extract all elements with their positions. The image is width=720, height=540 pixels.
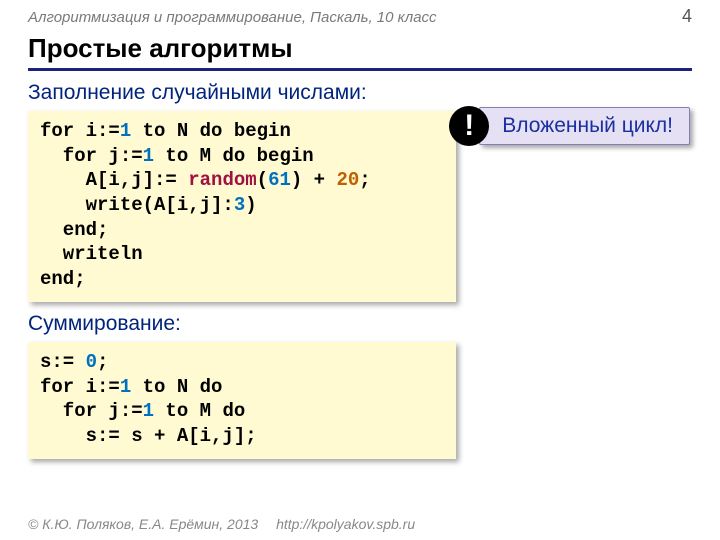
c1-l4n: 3 [234,194,245,216]
c2-l1n: 0 [86,351,97,373]
c1-l5: end; [40,219,108,241]
code-block-sum: s:= 0; for i:=1 to N do for j:=1 to M do… [28,342,456,459]
c2-l3b: to M do [154,400,245,422]
c1-l1b: to N do begin [131,120,291,142]
c1-l3p2: ) + [291,169,337,191]
slide: Алгоритмизация и программирование, Паска… [0,0,720,540]
c1-l4: write(A[i,j]: [40,194,234,216]
c2-l2b: to N do [131,376,222,398]
footer-url: http://kpolyakov.spb.ru [276,516,415,532]
code-block-fill: for i:=1 to N do begin for j:=1 to M do … [28,111,456,302]
c1-l3c: 20 [336,169,359,191]
c2-l3a: for j:= [40,400,143,422]
exclamation-icon: ! [449,106,489,146]
c2-l4: s:= s + A[i,j]; [40,425,257,447]
c1-l3arg: 61 [268,169,291,191]
c1-l1a: for i:= [40,120,120,142]
c2-l2a: for i:= [40,376,120,398]
c1-l2a: for j:= [40,145,143,167]
copyright: © К.Ю. Поляков, Е.А. Ерёмин, 2013 [28,516,258,532]
c1-l6: writeln [40,243,143,265]
c1-l7: end; [40,268,86,290]
section1-heading: Заполнение случайными числами: [28,81,692,105]
c2-l1a: s:= [40,351,86,373]
c1-l3a: A[i,j]:= [40,169,188,191]
c2-l3n: 1 [143,400,154,422]
c2-l1e: ; [97,351,108,373]
topbar: Алгоритмизация и программирование, Паска… [28,0,692,27]
c1-l4e: ) [245,194,256,216]
c1-l2n: 1 [143,145,154,167]
footer: © К.Ю. Поляков, Е.А. Ерёмин, 2013 http:/… [28,516,415,532]
callout-text: Вложенный цикл! [479,107,690,145]
page-title: Простые алгоритмы [28,33,692,71]
c2-l2n: 1 [120,376,131,398]
course-label: Алгоритмизация и программирование, Паска… [28,9,437,26]
c1-l1n: 1 [120,120,131,142]
c1-l3fn: random [188,169,256,191]
section2-heading: Суммирование: [28,312,692,336]
page-number: 4 [682,6,692,27]
c1-l3p1: ( [257,169,268,191]
c1-l2b: to M do begin [154,145,314,167]
callout: ! Вложенный цикл! [449,106,690,146]
c1-l3e: ; [359,169,370,191]
